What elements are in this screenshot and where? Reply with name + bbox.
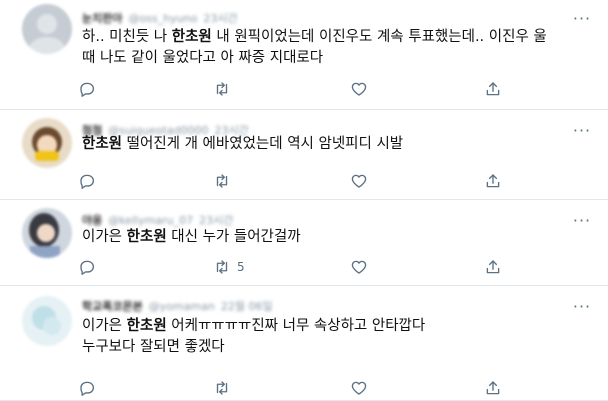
highlight-keyword: 한초원 — [126, 318, 167, 334]
more-icon[interactable]: ··· — [572, 297, 592, 316]
reply-icon — [78, 172, 96, 190]
retweet-icon — [213, 379, 231, 397]
tweet-text-segment: 이가은 — [82, 229, 127, 245]
like-button[interactable] — [350, 169, 374, 193]
tweet-text: 이가은 한초원 대신 누가 들어간걸까 — [82, 227, 582, 248]
tweet-actions: 5 — [70, 255, 580, 279]
author-handle[interactable]: @yomaman — [149, 300, 215, 313]
tweet-time[interactable]: 23시간 — [199, 212, 233, 228]
author-handle[interactable]: @kellymaru_07 — [108, 214, 193, 227]
heart-icon — [350, 258, 368, 276]
more-icon[interactable]: ··· — [572, 9, 592, 28]
tweet[interactable]: 첨첨 @suiqueotad0000 23시간 ··· 한초원 떨어진게 개 에바였었는… — [0, 110, 608, 200]
tweet-header: 눈치판아 @oss_hyuno 23시간 — [82, 10, 238, 26]
tweet-actions — [70, 77, 580, 101]
tweet-actions — [70, 376, 580, 400]
tweet-text-segment: 이가은 — [82, 318, 127, 334]
highlight-keyword: 한초원 — [82, 136, 123, 152]
retweet-button[interactable] — [213, 376, 237, 400]
highlight-keyword: 한초원 — [126, 229, 167, 245]
tweet[interactable]: 눈치판아 @oss_hyuno 23시간 ··· 하.. 미친듯 나 한초원 내 원픽이… — [0, 0, 608, 110]
like-button[interactable] — [350, 376, 374, 400]
share-icon — [484, 379, 502, 397]
like-button[interactable] — [350, 255, 374, 279]
retweet-icon — [213, 80, 231, 98]
reply-icon — [78, 379, 96, 397]
reply-icon — [78, 258, 96, 276]
share-button[interactable] — [484, 77, 502, 101]
tweet-time[interactable]: 22월 06일 — [221, 298, 273, 314]
heart-icon — [350, 379, 368, 397]
tweet-header: 학교폭코몬본 @yomaman 22월 06일 — [82, 298, 273, 314]
tweet-text-segment: 하.. 미친듯 나 — [82, 29, 172, 45]
avatar[interactable] — [22, 296, 72, 346]
tweet-header: 야옹 @kellymaru_07 23시간 — [82, 212, 233, 228]
heart-icon — [350, 172, 368, 190]
highlight-keyword: 한초원 — [171, 29, 212, 45]
reply-button[interactable] — [78, 77, 102, 101]
tweet-text-segment: 대신 누가 들어간걸까 — [166, 229, 301, 245]
like-button[interactable] — [350, 77, 374, 101]
avatar[interactable] — [22, 118, 72, 168]
retweet-icon — [213, 258, 231, 276]
author-name[interactable]: 학교폭코몬본 — [82, 298, 143, 314]
reply-button[interactable] — [78, 169, 102, 193]
author-name[interactable]: 눈치판아 — [82, 10, 122, 26]
tweet[interactable]: 야옹 @kellymaru_07 23시간 ··· 이가은 한초원 대신 누가 들어간걸… — [0, 200, 608, 286]
share-button[interactable] — [484, 255, 502, 279]
tweet-text: 이가은 한초원 어케ㅠㅠㅠㅠ진짜 너무 속상하고 안타깝다 누구보다 잘되면 좋… — [82, 316, 582, 358]
more-icon[interactable]: ··· — [572, 211, 592, 230]
reply-button[interactable] — [78, 376, 102, 400]
author-handle[interactable]: @oss_hyuno — [128, 12, 197, 25]
tweet-feed: 눈치판아 @oss_hyuno 23시간 ··· 하.. 미친듯 나 한초원 내 원픽이… — [0, 0, 608, 401]
share-icon — [484, 172, 502, 190]
share-button[interactable] — [484, 376, 502, 400]
tweet-text: 한초원 떨어진게 개 에바였었는데 역시 암넷피디 시발 — [82, 134, 582, 155]
retweet-button[interactable] — [213, 77, 237, 101]
tweet-time[interactable]: 23시간 — [203, 10, 237, 26]
retweet-button[interactable] — [213, 169, 237, 193]
tweet-actions — [70, 169, 580, 193]
share-button[interactable] — [484, 169, 502, 193]
share-icon — [484, 80, 502, 98]
share-icon — [484, 258, 502, 276]
author-name[interactable]: 야옹 — [82, 212, 102, 228]
reply-icon — [78, 80, 96, 98]
reply-button[interactable] — [78, 255, 102, 279]
heart-icon — [350, 80, 368, 98]
avatar[interactable] — [22, 208, 72, 258]
retweet-button[interactable]: 5 — [213, 255, 245, 279]
retweet-count: 5 — [237, 260, 245, 274]
tweet[interactable]: 학교폭코몬본 @yomaman 22월 06일 ··· 이가은 한초원 어케ㅠㅠㅠㅠ진짜… — [0, 286, 608, 401]
avatar[interactable] — [22, 4, 72, 54]
tweet-text: 하.. 미친듯 나 한초원 내 원픽이었는데 이진우도 계속 투표했는데.. 이… — [82, 27, 582, 69]
tweet-text-segment: 떨어진게 개 에바였었는데 역시 암넷피디 시발 — [122, 136, 404, 152]
retweet-icon — [213, 172, 231, 190]
